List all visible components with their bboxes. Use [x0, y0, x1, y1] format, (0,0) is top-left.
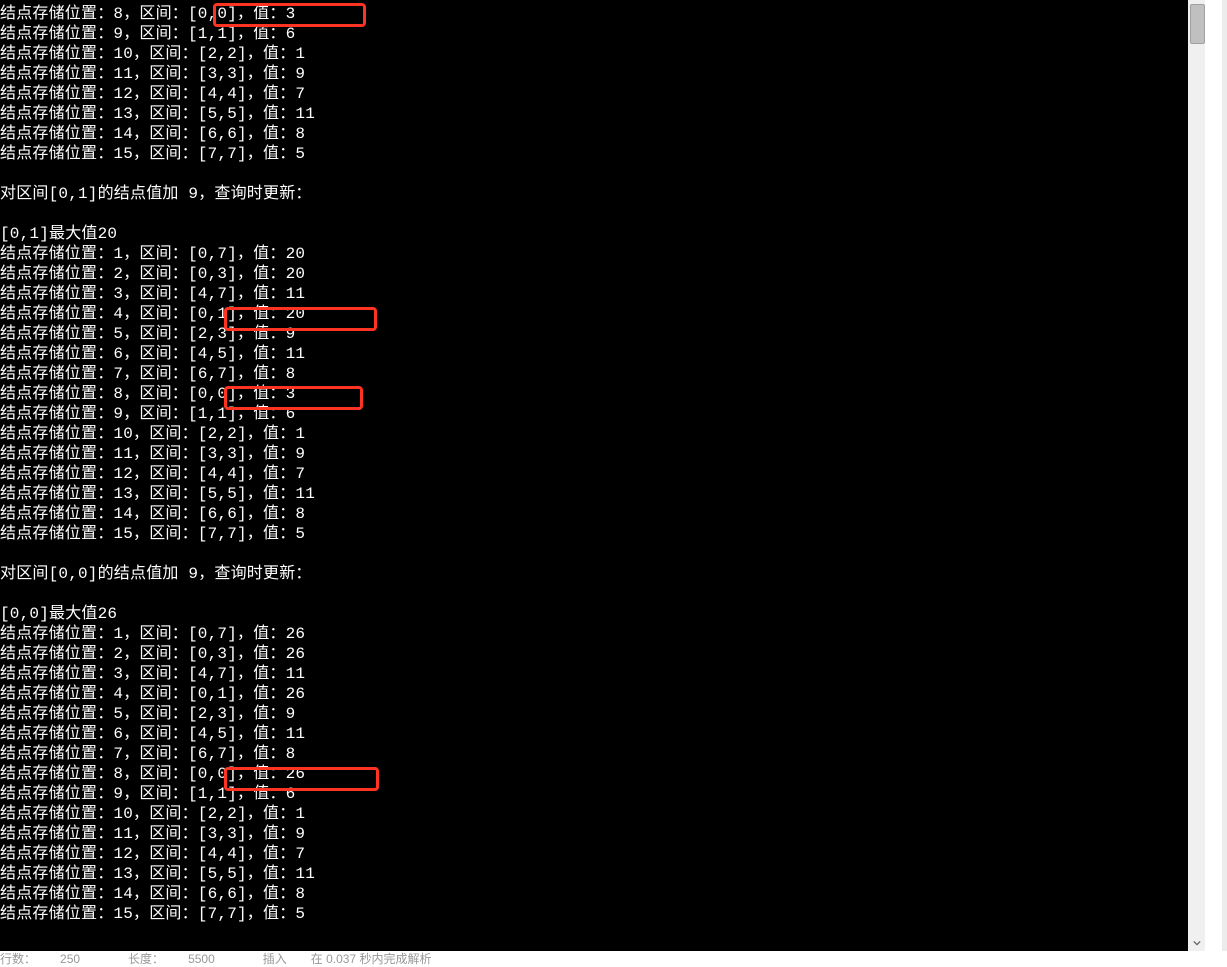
console-line: 结点存储位置：3，区间：[4,7]，值：11: [0, 284, 1205, 304]
console-line: 结点存储位置：2，区间：[0,3]，值：26: [0, 644, 1205, 664]
console-line: 结点存储位置：3，区间：[4,7]，值：11: [0, 664, 1205, 684]
console-line: 结点存储位置：5，区间：[2,3]，值：9: [0, 324, 1205, 344]
status-time: 在 0.037 秒内完成解析: [311, 950, 432, 967]
console-line: 结点存储位置：12，区间：[4,4]，值：7: [0, 84, 1205, 104]
status-length: 长度：5500: [128, 950, 239, 967]
scrollbar-down-button[interactable]: [1188, 934, 1205, 951]
console-line: 结点存储位置：13，区间：[5,5]，值：11: [0, 864, 1205, 884]
section-header: 对区间[0,0]的结点值加 9，查询时更新：: [0, 564, 1205, 584]
console-line: 结点存储位置：9，区间：[1,1]，值：6: [0, 24, 1205, 44]
console-line: 结点存储位置：6，区间：[4,5]，值：11: [0, 724, 1205, 744]
status-insert-mode: 插入: [263, 950, 287, 967]
console-line: 结点存储位置：1，区间：[0,7]，值：20: [0, 244, 1205, 264]
blank-line: [0, 544, 1205, 564]
console-output: 结点存储位置：8，区间：[0,0]，值：3结点存储位置：9，区间：[1,1]，值…: [0, 0, 1205, 951]
console-line: 结点存储位置：4，区间：[0,1]，值：26: [0, 684, 1205, 704]
console-line: 结点存储位置：9，区间：[1,1]，值：6: [0, 784, 1205, 804]
highlight-box-2: [224, 307, 377, 331]
console-line: 结点存储位置：6，区间：[4,5]，值：11: [0, 344, 1205, 364]
console-line: 结点存储位置：7，区间：[6,7]，值：8: [0, 364, 1205, 384]
status-bar: 行数：250 长度：5500 插入 在 0.037 秒内完成解析: [0, 951, 1227, 966]
console-line: 结点存储位置：8，区间：[0,0]，值：3: [0, 384, 1205, 404]
highlight-box-3: [224, 386, 363, 410]
blank-line: [0, 584, 1205, 604]
console-line: 结点存储位置：7，区间：[6,7]，值：8: [0, 744, 1205, 764]
console-line: 结点存储位置：1，区间：[0,7]，值：26: [0, 624, 1205, 644]
max-value-line: [0,1]最大值20: [0, 224, 1205, 244]
highlight-box-4: [224, 767, 379, 791]
console-line: 结点存储位置：10，区间：[2,2]，值：1: [0, 804, 1205, 824]
console-line: 结点存储位置：10，区间：[2,2]，值：1: [0, 424, 1205, 444]
console-line: 结点存储位置：11，区间：[3,3]，值：9: [0, 824, 1205, 844]
console-line: 结点存储位置：10，区间：[2,2]，值：1: [0, 44, 1205, 64]
section-header: 对区间[0,1]的结点值加 9，查询时更新：: [0, 184, 1205, 204]
console-line: 结点存储位置：11，区间：[3,3]，值：9: [0, 64, 1205, 84]
console-line: 结点存储位置：9，区间：[1,1]，值：6: [0, 404, 1205, 424]
max-value-line: [0,0]最大值26: [0, 604, 1205, 624]
console-line: 结点存储位置：15，区间：[7,7]，值：5: [0, 524, 1205, 544]
console-line: 结点存储位置：11，区间：[3,3]，值：9: [0, 444, 1205, 464]
console-line: 结点存储位置：15，区间：[7,7]，值：5: [0, 904, 1205, 924]
right-border-sliver: [1222, 0, 1227, 951]
status-lines: 行数：250: [0, 950, 104, 967]
highlight-box-1: [213, 3, 366, 27]
blank-line: [0, 164, 1205, 184]
console-line: 结点存储位置：4，区间：[0,1]，值：20: [0, 304, 1205, 324]
blank-line: [0, 204, 1205, 224]
console-line: 结点存储位置：12，区间：[4,4]，值：7: [0, 464, 1205, 484]
console-line: 结点存储位置：13，区间：[5,5]，值：11: [0, 484, 1205, 504]
console-line: 结点存储位置：5，区间：[2,3]，值：9: [0, 704, 1205, 724]
console-line: 结点存储位置：14，区间：[6,6]，值：8: [0, 884, 1205, 904]
console-line: 结点存储位置：13，区间：[5,5]，值：11: [0, 104, 1205, 124]
console-line: 结点存储位置：14，区间：[6,6]，值：8: [0, 504, 1205, 524]
console-line: 结点存储位置：14，区间：[6,6]，值：8: [0, 124, 1205, 144]
console-line: 结点存储位置：8，区间：[0,0]，值：26: [0, 764, 1205, 784]
console-line: 结点存储位置：15，区间：[7,7]，值：5: [0, 144, 1205, 164]
console-line: 结点存储位置：12，区间：[4,4]，值：7: [0, 844, 1205, 864]
console-line: 结点存储位置：2，区间：[0,3]，值：20: [0, 264, 1205, 284]
console-line: 结点存储位置：8，区间：[0,0]，值：3: [0, 4, 1205, 24]
